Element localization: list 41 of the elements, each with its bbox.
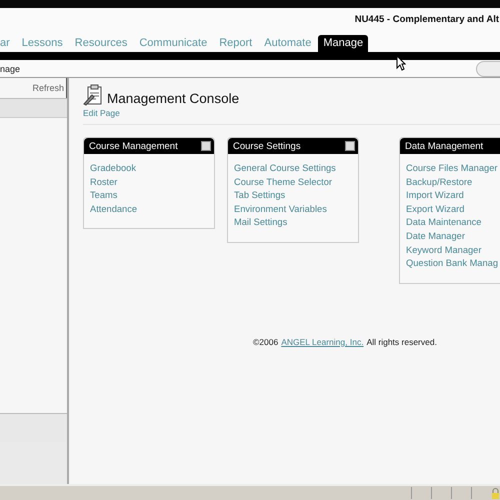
panel-link[interactable]: Import Wizard <box>406 189 500 203</box>
panel-link[interactable]: Tab Settings <box>234 189 358 203</box>
lock-icon <box>491 488 500 498</box>
nav-tab[interactable]: Report <box>214 35 258 52</box>
sidebar-header <box>0 98 67 118</box>
nav-tab[interactable]: Lessons <box>16 35 68 52</box>
panel-link[interactable]: Export Wizard <box>406 202 500 216</box>
nav-tab[interactable]: Manage <box>318 35 368 52</box>
panel-link[interactable]: Course Theme Selector <box>234 176 358 190</box>
panel-link[interactable]: Keyword Manager <box>406 244 500 258</box>
panel-link[interactable]: Gradebook <box>90 162 214 176</box>
panel-link[interactable]: Roster <box>90 176 214 190</box>
panel-title: Course Settings <box>233 140 301 152</box>
panel-title: Course Management <box>89 140 178 152</box>
minimize-button[interactable] <box>345 141 355 151</box>
nav-tab[interactable]: Resources <box>70 35 132 52</box>
refresh-link[interactable]: Refresh <box>30 83 66 93</box>
panel-title: Data Management <box>405 140 484 152</box>
panel-link[interactable]: Backup/Restore <box>406 176 500 190</box>
panel-link[interactable]: Attendance <box>90 202 214 216</box>
panel-link[interactable]: Mail Settings <box>234 216 358 230</box>
toggle-button[interactable] <box>476 60 500 76</box>
panel-link[interactable]: General Course Settings <box>234 162 358 176</box>
sidebar-footer <box>0 413 67 442</box>
course-title: NU445 - Complementary and Alt <box>354 14 499 24</box>
company-link[interactable]: ANGEL Learning, Inc. <box>281 336 364 347</box>
nav-tab[interactable]: Communicate <box>134 35 212 52</box>
panel-link[interactable]: Data Maintenance <box>406 216 500 230</box>
panel-link[interactable]: Environment Variables <box>234 202 358 216</box>
minimize-button[interactable] <box>201 141 211 151</box>
edit-page-link[interactable]: Edit Page <box>83 108 500 125</box>
nav-tab[interactable]: Automate <box>259 35 316 52</box>
nav-tab[interactable]: ar <box>0 35 15 52</box>
panel-link[interactable]: Teams <box>90 189 214 203</box>
copyright-text: ©2006 <box>253 336 278 347</box>
page-title: Management Console <box>107 91 240 106</box>
panel-link[interactable]: Question Bank Manag <box>406 257 500 271</box>
panel-link[interactable]: Date Manager <box>406 230 500 244</box>
rights-text: All rights reserved. <box>366 336 437 347</box>
breadcrumb-text: nage <box>0 64 20 74</box>
panel-link[interactable]: Course Files Manager <box>406 162 500 176</box>
